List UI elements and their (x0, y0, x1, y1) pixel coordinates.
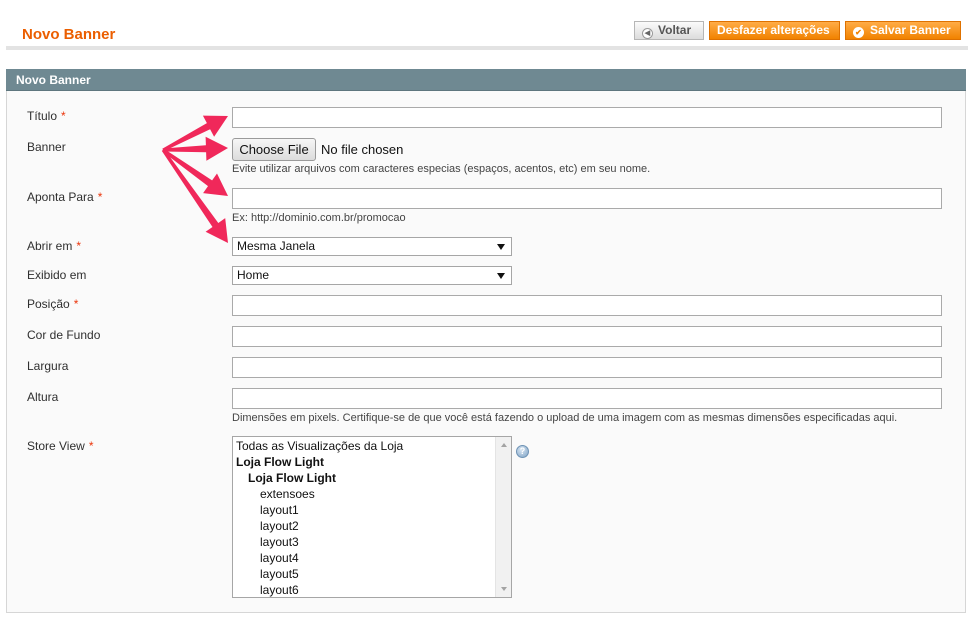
store-view-option[interactable]: Todas as Visualizações da Loja (233, 438, 497, 454)
required-mark: * (88, 439, 94, 453)
aponta-para-label: Aponta Para * (27, 190, 102, 204)
posicao-input[interactable] (232, 295, 942, 316)
section-header: Novo Banner (6, 69, 966, 91)
page-title: Novo Banner (22, 26, 116, 43)
dropdown-arrow-icon (497, 273, 505, 279)
reset-button-label: Desfazer alterações (717, 23, 830, 37)
store-view-label-text: Store View (27, 439, 85, 453)
store-view-multiselect[interactable]: Todas as Visualizações da Loja Loja Flow … (232, 436, 512, 598)
save-button-label: Salvar Banner (870, 23, 951, 37)
aponta-para-note: Ex: http://dominio.com.br/promocao (232, 212, 406, 224)
save-banner-button[interactable]: ✔ Salvar Banner (845, 21, 961, 40)
posicao-label: Posição * (27, 297, 78, 311)
check-circle-icon: ✔ (853, 27, 864, 38)
abrir-em-label: Abrir em * (27, 239, 81, 253)
titulo-label: Título * (27, 109, 66, 123)
store-view-option[interactable]: Loja Flow Light (233, 470, 497, 486)
store-view-option[interactable]: layout4 (233, 550, 497, 566)
required-mark: * (73, 297, 79, 311)
store-view-scrollbar[interactable] (495, 437, 511, 597)
cor-de-fundo-label: Cor de Fundo (27, 328, 101, 342)
back-button-label: Voltar (658, 23, 692, 37)
store-view-option[interactable]: layout1 (233, 502, 497, 518)
required-mark: * (97, 190, 103, 204)
largura-input[interactable] (232, 357, 942, 378)
abrir-em-select[interactable]: Mesma Janela (232, 237, 512, 256)
exibido-em-label: Exibido em (27, 268, 87, 282)
banner-note: Evite utilizar arquivos com caracteres e… (232, 163, 651, 175)
scroll-up-arrow-icon[interactable] (501, 443, 507, 447)
abrir-em-selected: Mesma Janela (237, 239, 316, 253)
titulo-input[interactable] (232, 107, 942, 128)
reset-changes-button[interactable]: Desfazer alterações (709, 21, 840, 40)
question-help-icon[interactable]: ? (516, 445, 529, 458)
file-status: No file chosen (321, 142, 404, 157)
store-view-option[interactable]: layout5 (233, 566, 497, 582)
dropdown-arrow-icon (497, 244, 505, 250)
largura-label: Largura (27, 359, 69, 373)
abrir-em-label-text: Abrir em (27, 239, 73, 253)
store-view-options: Todas as Visualizações da Loja Loja Flow … (233, 438, 497, 597)
store-view-option[interactable]: layout2 (233, 518, 497, 534)
titulo-label-text: Título (27, 109, 58, 123)
store-view-option[interactable]: layout6 (233, 582, 497, 597)
required-mark: * (61, 109, 66, 123)
exibido-em-selected: Home (237, 268, 270, 282)
altura-input[interactable] (232, 388, 942, 409)
store-view-option[interactable]: Loja Flow Light (233, 454, 497, 470)
store-view-option[interactable]: extensoes (233, 486, 497, 502)
banner-label: Banner (27, 140, 66, 154)
store-view-label: Store View * (27, 439, 93, 453)
aponta-para-label-text: Aponta Para (27, 190, 94, 204)
aponta-para-input[interactable] (232, 188, 942, 209)
store-view-option[interactable]: layout3 (233, 534, 497, 550)
scroll-down-arrow-icon[interactable] (501, 587, 507, 591)
altura-label: Altura (27, 390, 59, 404)
posicao-label-text: Posição (27, 297, 70, 311)
back-button[interactable]: ◀ Voltar (634, 21, 704, 40)
circle-left-arrow-icon: ◀ (642, 28, 653, 39)
altura-note: Dimensões em pixels. Certifique-se de qu… (232, 412, 898, 424)
exibido-em-select[interactable]: Home (232, 266, 512, 285)
cor-de-fundo-input[interactable] (232, 326, 942, 347)
required-mark: * (76, 239, 82, 253)
choose-file-button[interactable]: Choose File (232, 138, 316, 161)
